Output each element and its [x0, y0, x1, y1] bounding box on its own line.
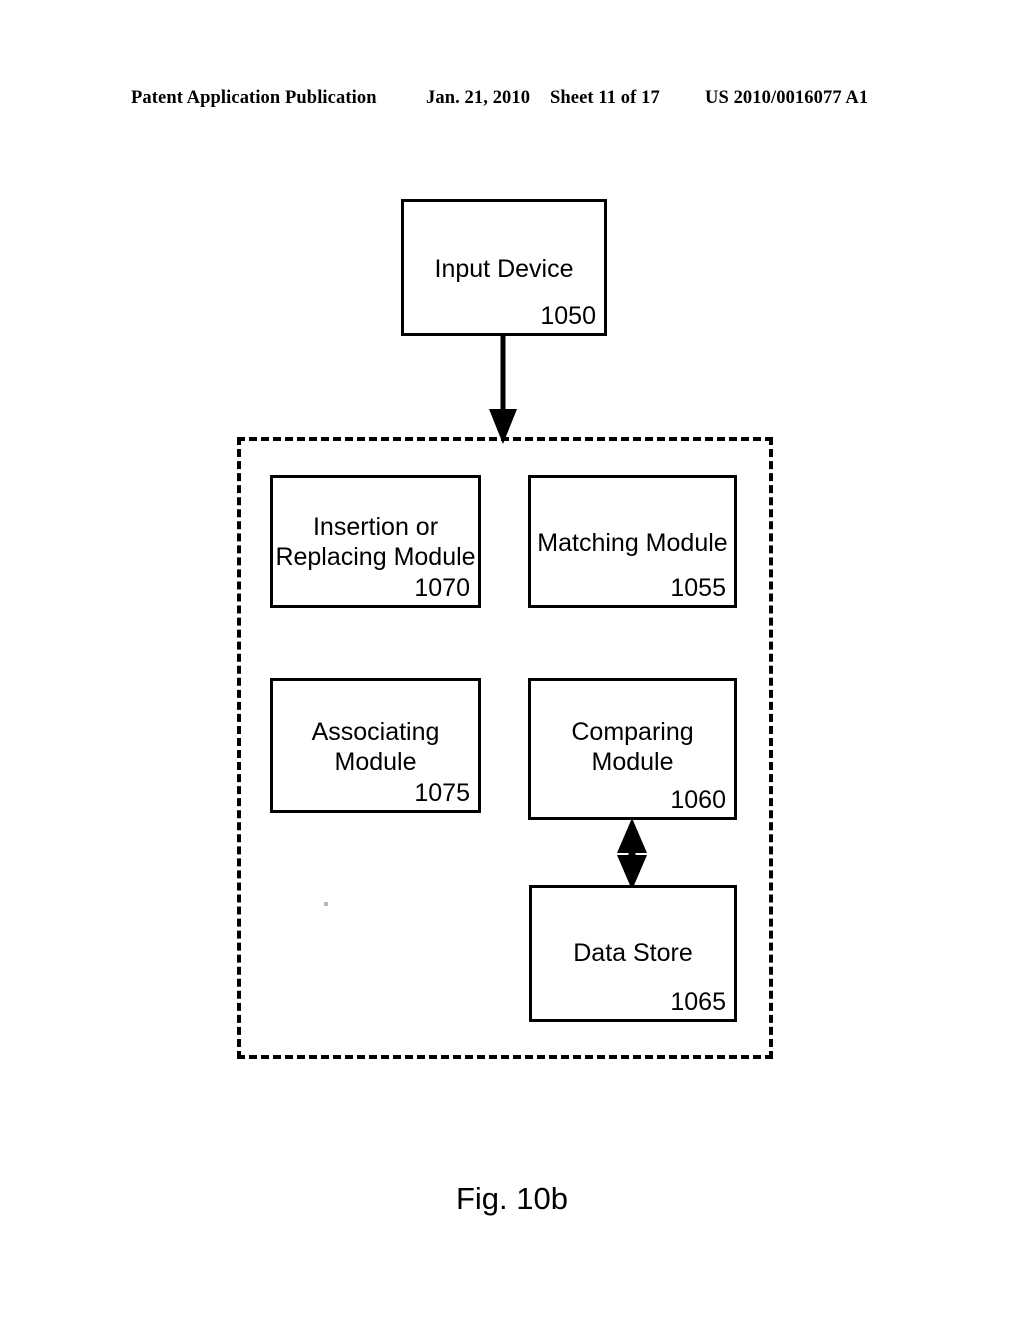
block-comparing-module-label: Comparing Module	[571, 718, 694, 776]
block-associating-module-label: Associating Module	[311, 718, 440, 776]
block-data-store-reference-numeral: 1065	[670, 988, 726, 1016]
block-associating-module[interactable]: Associating Module 1075	[270, 678, 481, 813]
connector-input-device-to-system-boundary	[489, 336, 517, 444]
block-insertion-or-replacing-module-reference-numeral: 1070	[414, 574, 470, 602]
block-associating-module-reference-numeral: 1075	[414, 779, 470, 807]
figure-caption: Fig. 10b	[455, 1181, 568, 1216]
block-input-device[interactable]: Input Device 1050	[401, 199, 607, 336]
block-matching-module-reference-numeral: 1055	[670, 574, 726, 602]
scan-artifact-speck	[324, 902, 328, 906]
block-matching-module[interactable]: Matching Module 1055	[528, 475, 737, 608]
block-insertion-or-replacing-module-label: Insertion or Replacing Module	[275, 513, 476, 571]
figure-10b-diagram: Input Device 1050 Insertion or Replacing…	[0, 0, 1024, 1320]
block-data-store[interactable]: Data Store 1065	[529, 885, 737, 1022]
block-matching-module-label: Matching Module	[537, 529, 728, 557]
block-comparing-module-reference-numeral: 1060	[670, 786, 726, 814]
block-input-device-reference-numeral: 1050	[540, 302, 596, 330]
block-comparing-module[interactable]: Comparing Module 1060	[528, 678, 737, 820]
block-data-store-label: Data Store	[573, 939, 693, 967]
block-input-device-label: Input Device	[434, 255, 574, 283]
block-insertion-or-replacing-module[interactable]: Insertion or Replacing Module 1070	[270, 475, 481, 608]
